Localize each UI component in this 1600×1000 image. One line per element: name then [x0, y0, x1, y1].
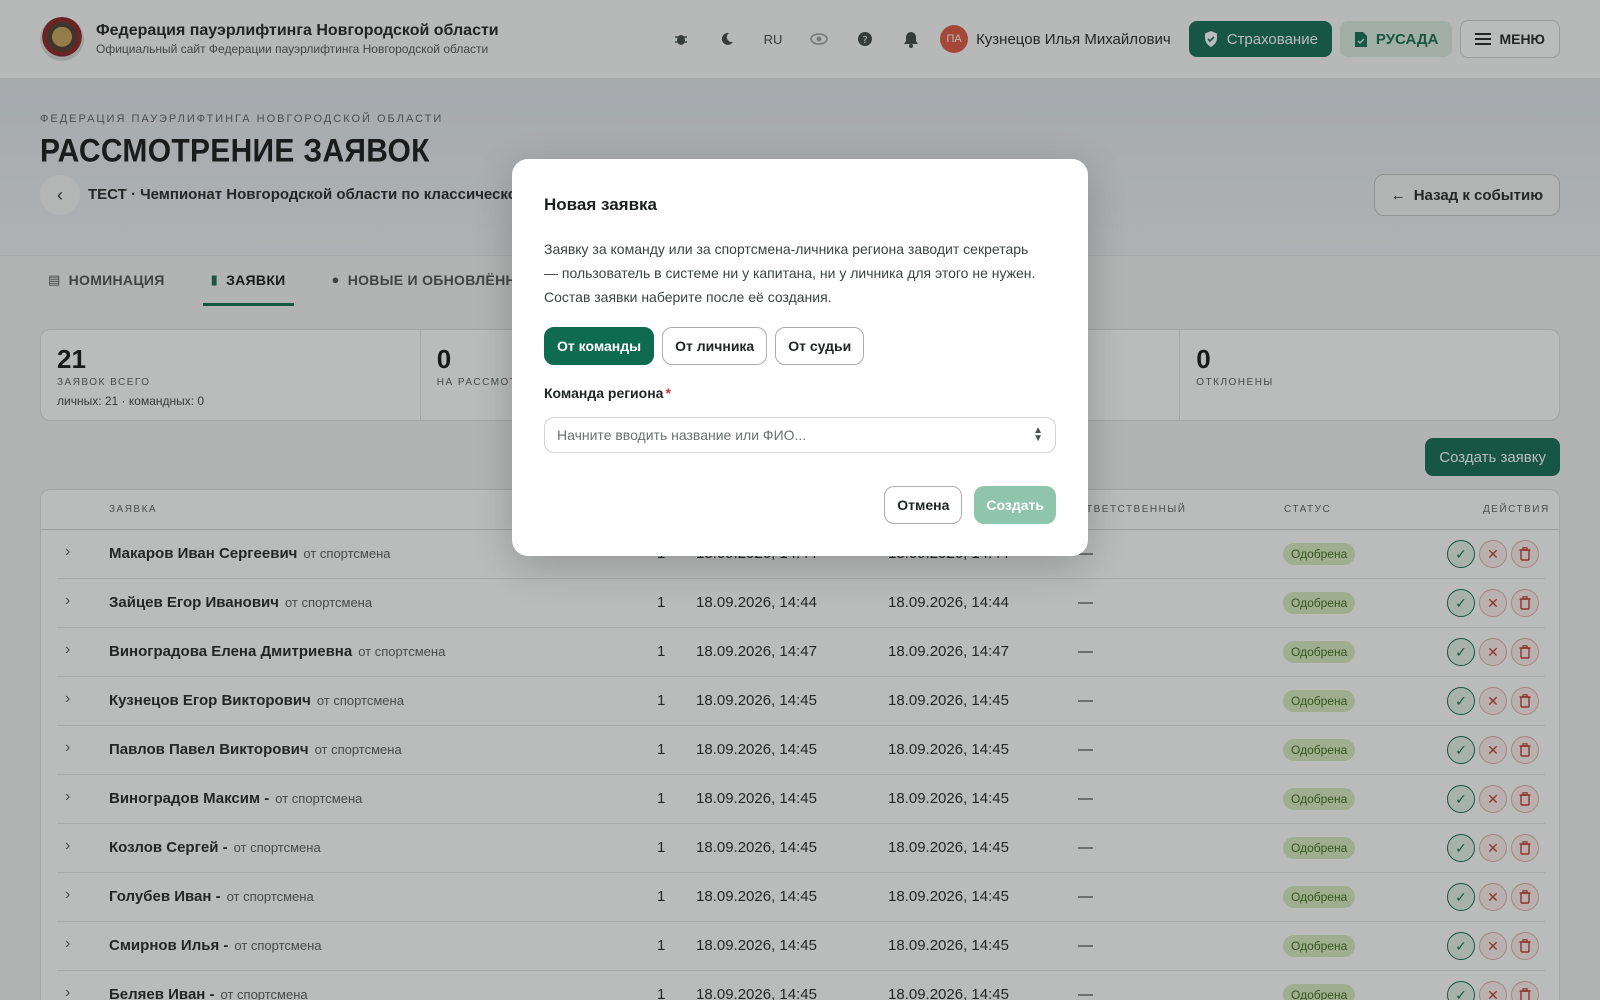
request-type-selector: От команды От личника От судьи	[544, 327, 1056, 365]
option-from-judge[interactable]: От судьи	[775, 327, 865, 365]
team-select-placeholder: Начните вводить название или ФИО...	[557, 427, 807, 443]
option-from-team[interactable]: От команды	[544, 327, 655, 365]
dialog-title: Новая заявка	[544, 195, 657, 214]
chevron-updown-icon: ▲ ▼	[1033, 425, 1043, 444]
team-select[interactable]: Начните вводить название или ФИО... ▲ ▼	[544, 417, 1056, 453]
required-mark: *	[665, 385, 671, 401]
dialog-description: Заявку за команду или за спортсмена-личн…	[544, 241, 1036, 305]
team-field-label-text: Команда региона	[544, 385, 664, 401]
create-button[interactable]: Создать	[974, 486, 1056, 524]
option-from-individual[interactable]: От личника	[662, 327, 768, 365]
dialog-actions: Отмена Создать	[884, 486, 1056, 524]
cancel-button[interactable]: Отмена	[884, 486, 963, 524]
team-field-label: Команда региона *	[544, 385, 1056, 401]
new-request-dialog: Новая заявка Заявку за команду или за сп…	[512, 159, 1088, 556]
